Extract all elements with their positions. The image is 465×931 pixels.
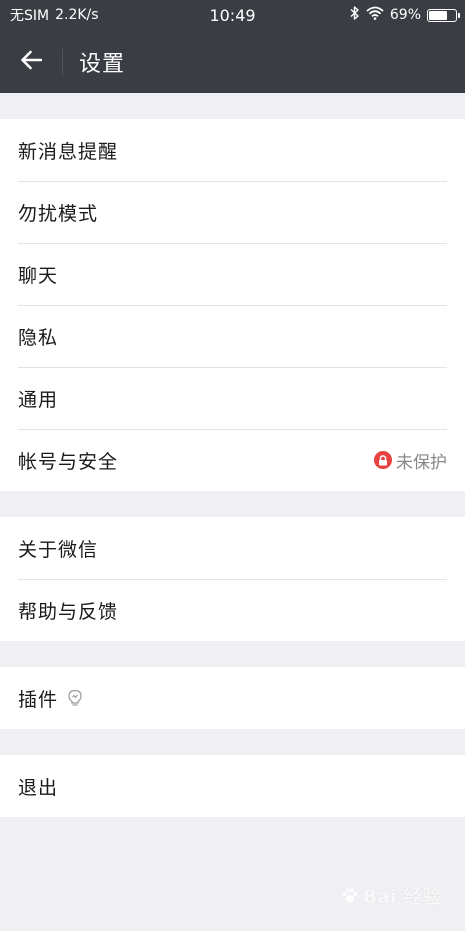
settings-item-label: 勿扰模式	[18, 202, 99, 225]
settings-group-main: 新消息提醒 勿扰模式 聊天 隐私 通用 帐号与安全 未保护	[0, 119, 465, 491]
wifi-icon	[366, 6, 384, 24]
account-protection-status: 未保护	[374, 448, 447, 473]
settings-item-privacy[interactable]: 隐私	[0, 305, 465, 367]
settings-group-about: 关于微信 帮助与反馈	[0, 517, 465, 641]
bluetooth-icon	[350, 6, 360, 24]
settings-group-logout: 退出	[0, 755, 465, 817]
battery-icon	[427, 8, 460, 22]
protection-status-text: 未保护	[396, 452, 447, 473]
carrier-text: 无SIM	[10, 8, 50, 24]
settings-item-label: 帮助与反馈	[18, 600, 119, 623]
settings-item-label: 退出	[18, 776, 59, 799]
header-divider	[62, 48, 63, 75]
status-bar: 无SIM 2.2K/s 10:49 69%	[0, 0, 465, 30]
settings-item-label: 隐私	[18, 326, 59, 349]
settings-item-new-message-notify[interactable]: 新消息提醒	[0, 119, 465, 181]
settings-item-general[interactable]: 通用	[0, 367, 465, 429]
settings-item-label: 帐号与安全	[18, 450, 119, 473]
settings-item-help-feedback[interactable]: 帮助与反馈	[0, 579, 465, 641]
settings-item-account-security[interactable]: 帐号与安全 未保护	[0, 429, 465, 491]
settings-item-label: 插件	[18, 688, 59, 711]
arrow-left-icon	[20, 50, 43, 74]
back-button[interactable]	[0, 30, 62, 93]
status-bar-right: 69%	[350, 6, 460, 24]
lock-icon	[374, 451, 392, 469]
settings-item-label: 聊天	[18, 264, 59, 287]
settings-item-do-not-disturb[interactable]: 勿扰模式	[0, 181, 465, 243]
settings-item-about-wechat[interactable]: 关于微信	[0, 517, 465, 579]
settings-group-plugins: 插件	[0, 667, 465, 729]
settings-item-plugins[interactable]: 插件	[0, 667, 465, 729]
settings-item-chat[interactable]: 聊天	[0, 243, 465, 305]
watermark-text: Bai 经验	[362, 886, 441, 908]
baidu-watermark: Bai 经验	[341, 882, 441, 909]
network-speed: 2.2K/s	[55, 7, 99, 23]
battery-percent: 69%	[389, 7, 421, 23]
battery-level	[429, 10, 447, 20]
lightbulb-icon	[68, 689, 82, 707]
page-title: 设置	[79, 51, 126, 77]
settings-item-label: 新消息提醒	[18, 140, 119, 163]
settings-item-label: 通用	[18, 388, 59, 411]
logout-button[interactable]: 退出	[0, 755, 465, 817]
status-bar-left: 无SIM 2.2K/s	[10, 5, 350, 25]
paw-icon	[342, 888, 358, 903]
header: 设置	[0, 30, 465, 93]
settings-item-label: 关于微信	[18, 538, 99, 561]
